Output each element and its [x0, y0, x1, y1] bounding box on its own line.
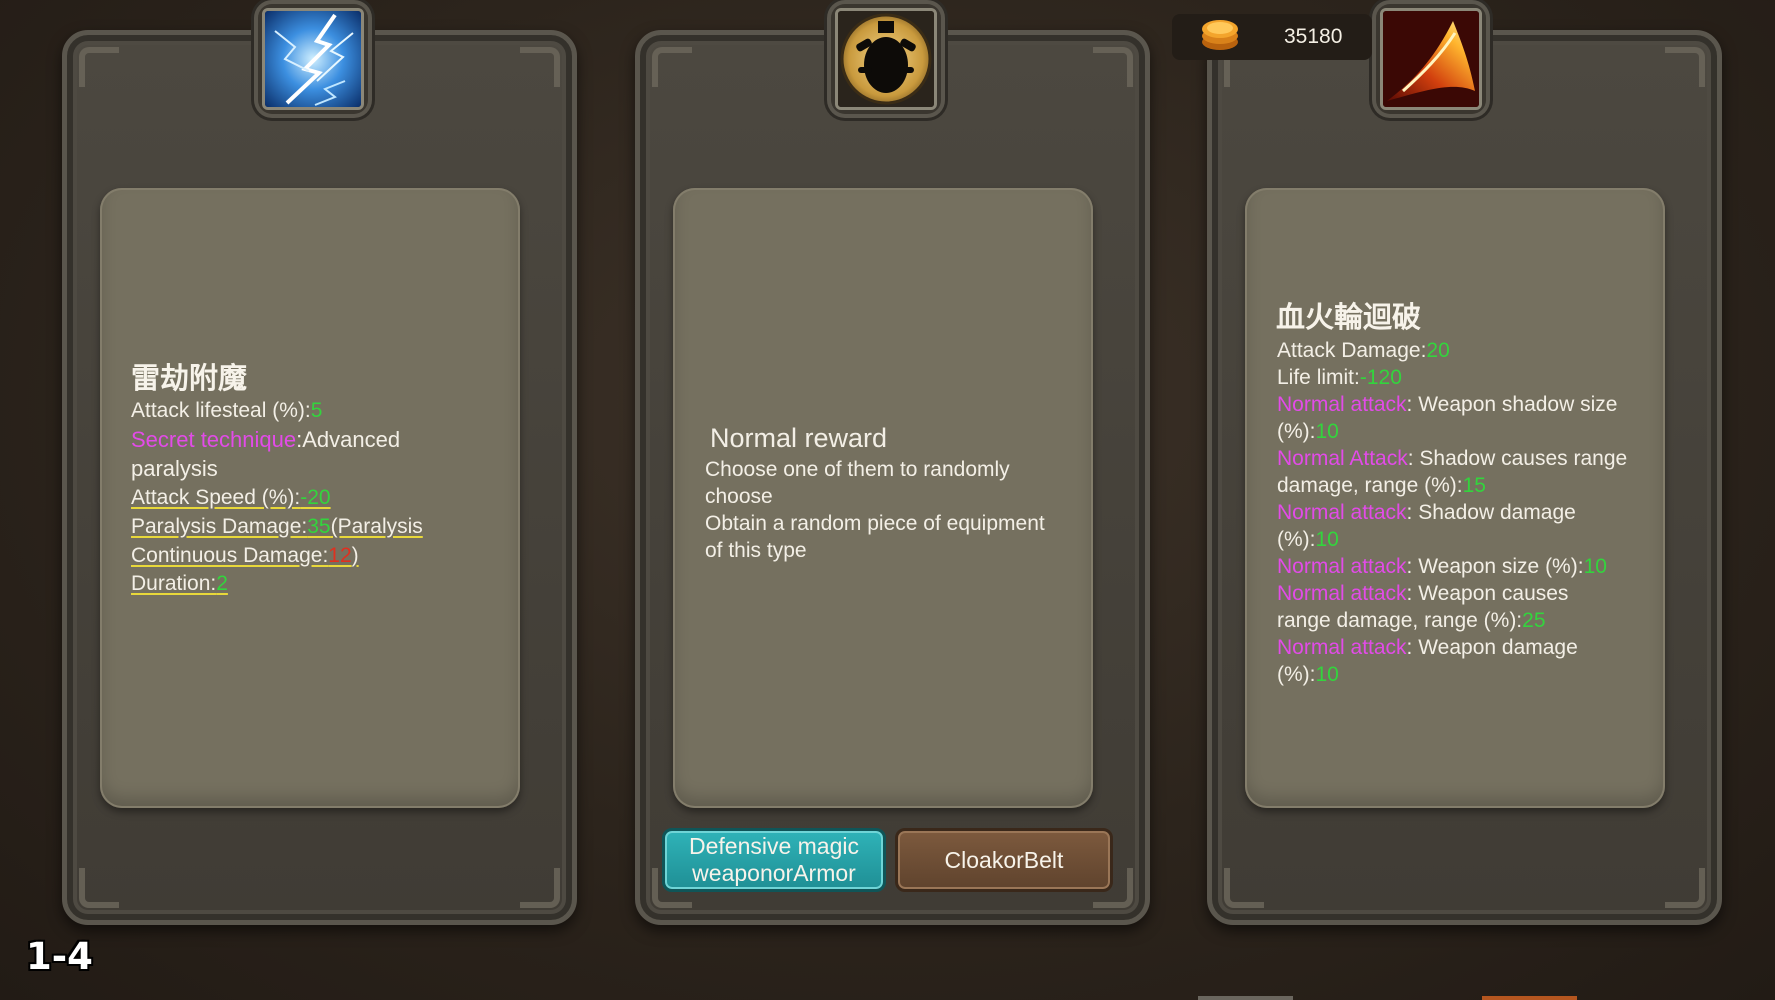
stat-label: Attack lifesteal (%):	[131, 399, 311, 422]
stat-line: Normal attack: Weapon causes	[1277, 580, 1568, 607]
stage-indicator: 1-4	[26, 935, 93, 978]
stat-text: damage, range (%):	[1277, 474, 1463, 497]
stat-line: Normal attack: Weapon shadow size	[1277, 391, 1617, 418]
stat-value: 5	[310, 399, 323, 422]
stat-text: )	[351, 544, 359, 567]
skill-icon-slot-left	[258, 4, 368, 114]
stat-line: Life limit:-120	[1277, 364, 1402, 391]
armor-silhouette-icon	[835, 8, 937, 110]
stat-text: (%):	[1277, 528, 1316, 551]
stat-line: paralysis	[131, 455, 218, 482]
stat-line: Attack lifesteal (%):5	[131, 397, 322, 424]
frame-corner	[520, 47, 560, 87]
reward-description: choose	[705, 485, 773, 508]
cloak-or-belt-button[interactable]: CloakorBelt	[895, 828, 1113, 892]
defensive-weapon-armor-button[interactable]: Defensive magic weaponorArmor	[662, 828, 886, 892]
stat-line: Continuous Damage:12)	[131, 542, 359, 569]
stat-value: -20	[300, 486, 331, 509]
reward-icon-slot-middle	[831, 4, 941, 114]
lightning-icon	[262, 8, 364, 110]
reward-description: Choose one of them to randomly	[705, 458, 1010, 481]
stat-text: paralysis	[131, 456, 218, 481]
stat-line: Normal attack: Weapon damage	[1277, 634, 1578, 661]
frame-corner	[1224, 868, 1264, 908]
stat-line: Attack Damage:20	[1277, 337, 1450, 364]
stat-value: 10	[1315, 420, 1339, 443]
frame-corner	[79, 868, 119, 908]
stat-text: : Shadow damage	[1406, 501, 1576, 524]
stat-value: 12	[328, 544, 352, 567]
stat-text: : Weapon size (%):	[1406, 555, 1584, 578]
stat-value: 25	[1522, 609, 1546, 632]
stat-text: :Advanced	[296, 427, 401, 452]
stat-label: Duration:	[131, 572, 217, 595]
stat-line: (%):10	[1277, 661, 1339, 688]
reward-description: of this type	[705, 539, 807, 562]
stat-label: Paralysis Damage:	[131, 515, 308, 538]
skill-title: 血火輪迴破	[1276, 300, 1422, 334]
stat-value: 10	[1315, 663, 1339, 686]
stat-value: -120	[1359, 366, 1402, 389]
frame-corner	[1665, 868, 1705, 908]
stat-line: (%):10	[1277, 526, 1339, 553]
frame-corner	[652, 47, 692, 87]
stat-line: Secret technique:Advanced	[131, 426, 400, 453]
stat-text: (Paralysis	[330, 515, 423, 538]
currency-display: 35180	[1172, 14, 1372, 60]
currency-amount: 35180	[1284, 25, 1343, 48]
stat-value: 15	[1462, 474, 1486, 497]
bottom-bar-segment	[1482, 996, 1577, 1000]
reward-title: Normal reward	[710, 423, 888, 453]
button-label-line: Defensive magic	[688, 833, 860, 859]
frame-corner	[79, 47, 119, 87]
stat-text: : Weapon damage	[1406, 636, 1578, 659]
stat-label: Attack Damage:	[1277, 339, 1427, 362]
keyword-label: Normal attack	[1277, 393, 1407, 416]
frame-corner	[1093, 47, 1133, 87]
button-label: CloakorBelt	[944, 846, 1064, 873]
gold-coin-icon	[1200, 16, 1240, 52]
keyword-label: Normal attack	[1277, 582, 1407, 605]
stat-value: 10	[1315, 528, 1339, 551]
stat-label: Attack Speed (%):	[131, 486, 301, 509]
stat-label: Life limit:	[1277, 366, 1360, 389]
stat-line: Normal Attack: Shadow causes range	[1277, 445, 1634, 472]
reward-description: Obtain a random piece of equipment	[705, 512, 1045, 535]
stat-line: Paralysis Damage:35(Paralysis	[131, 513, 423, 540]
stat-line: range damage, range (%):25	[1277, 607, 1546, 634]
stat-value: 20	[1426, 339, 1450, 362]
stat-line: Normal attack: Weapon size (%):10	[1277, 553, 1607, 580]
keyword-label: Normal attack	[1277, 501, 1407, 524]
stat-text: : Shadow causes range	[1407, 447, 1628, 470]
button-label-line: weaponorArmor	[692, 860, 856, 886]
fire-slash-icon	[1380, 8, 1482, 110]
stat-line: (%):10	[1277, 418, 1339, 445]
skill-icon-slot-right	[1376, 4, 1486, 114]
stat-line: Attack Speed (%):-20	[131, 484, 331, 511]
stat-line: damage, range (%):15	[1277, 472, 1486, 499]
frame-corner	[520, 868, 560, 908]
keyword-label: Secret technique	[131, 427, 297, 452]
keyword-label: Normal Attack	[1277, 447, 1408, 470]
stat-label: Continuous Damage:	[131, 544, 329, 567]
stat-text: : Weapon shadow size	[1406, 393, 1618, 416]
stat-text: (%):	[1277, 420, 1316, 443]
stat-value: 35	[307, 515, 331, 538]
stat-text: range damage, range (%):	[1277, 609, 1523, 632]
skill-title: 雷劫附魔	[131, 361, 248, 395]
stat-text: : Weapon causes	[1406, 582, 1569, 605]
frame-corner	[1665, 47, 1705, 87]
stat-text: (%):	[1277, 663, 1316, 686]
keyword-label: Normal attack	[1277, 555, 1407, 578]
stat-line: Duration:2	[131, 570, 228, 597]
bottom-bar-segment	[1198, 996, 1293, 1000]
stat-value: 10	[1583, 555, 1607, 578]
stat-value: 2	[216, 572, 228, 595]
keyword-label: Normal attack	[1277, 636, 1407, 659]
stat-line: Normal attack: Shadow damage	[1277, 499, 1576, 526]
